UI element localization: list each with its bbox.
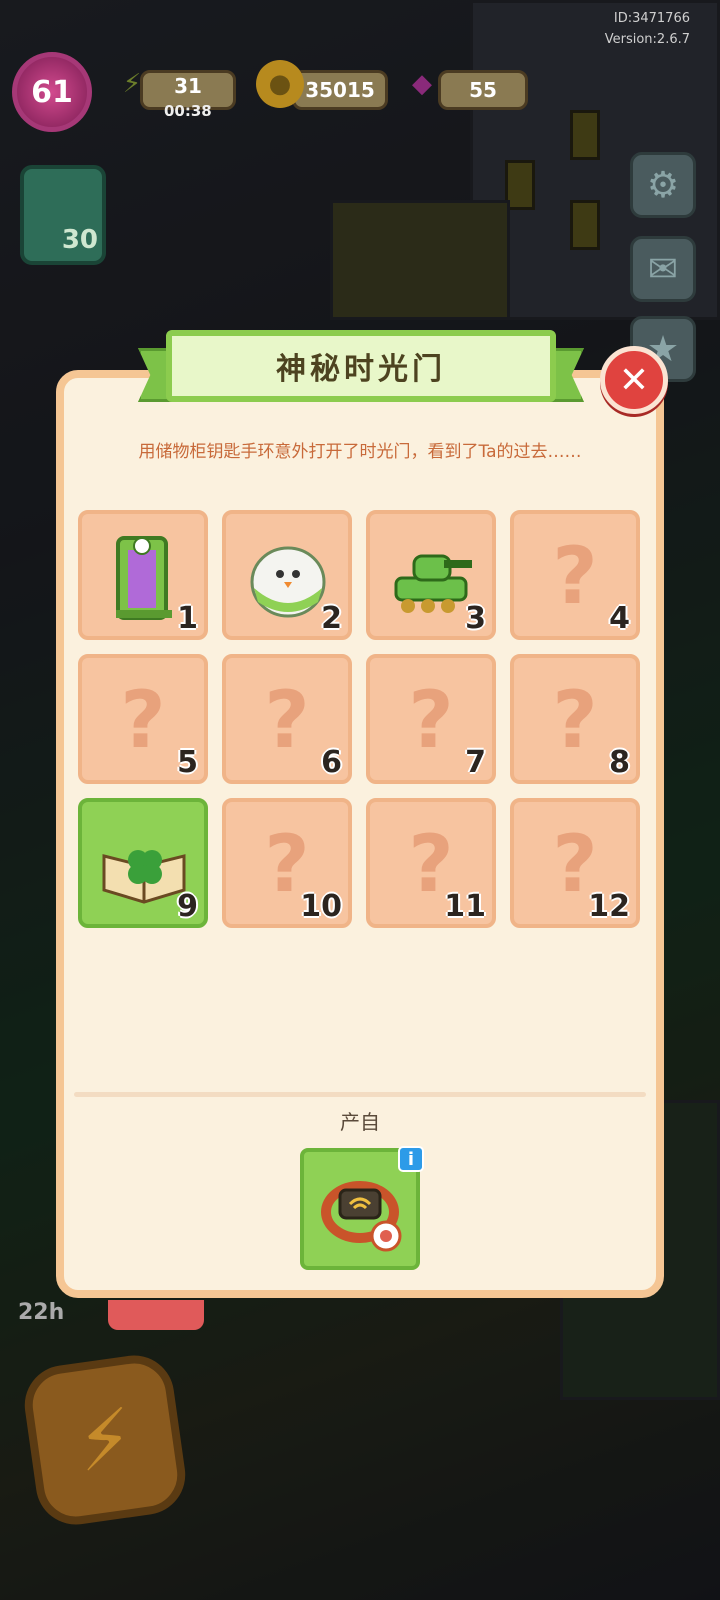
slot-number: 10 (300, 889, 342, 924)
collection-slot[interactable]: 9 (78, 798, 208, 928)
collection-slot[interactable]: 2 (222, 510, 352, 640)
panel-title: 神秘时光门 (166, 330, 556, 402)
player-id: ID:3471766 Version:2.6.7 (605, 8, 690, 50)
close-icon: ✕ (618, 359, 650, 401)
slot-number: 11 (444, 889, 486, 924)
collection-slot[interactable]: ? 6 (222, 654, 352, 784)
collection-slot[interactable]: 1 (78, 510, 208, 640)
level-value: 61 (31, 74, 73, 110)
slot-number: 1 (177, 601, 198, 636)
source-label: 产自 (340, 1110, 380, 1134)
collection-slot[interactable]: ? 10 (222, 798, 352, 928)
slot-number: 7 (465, 745, 486, 780)
collection-slot[interactable]: ? 7 (366, 654, 496, 784)
settings-gear-icon[interactable]: ⚙ (630, 152, 696, 218)
slot-number: 5 (177, 745, 198, 780)
slot-number: 3 (465, 601, 486, 636)
coin-value: 35015 (305, 78, 375, 102)
mail-icon[interactable]: ✉ (630, 236, 696, 302)
slot-number: 4 (609, 601, 630, 636)
panel-description: 用储物柜钥匙手环意外打开了时光门，看到了Ta的过去…… (138, 442, 582, 462)
slot-number: 9 (177, 889, 198, 924)
collection-slot[interactable]: ? 5 (78, 654, 208, 784)
collection-slot[interactable]: ? 4 (510, 510, 640, 640)
close-button[interactable]: ✕ (600, 346, 668, 414)
energy-timer: 00:38 (164, 102, 212, 120)
slot-number: 8 (609, 745, 630, 780)
gem-counter[interactable]: 55 (438, 70, 528, 110)
info-icon[interactable]: i (398, 1146, 424, 1172)
key-bracelet-icon (321, 1181, 402, 1252)
slot-number: 6 (321, 745, 342, 780)
boost-timer: 22h (18, 1300, 65, 1325)
title-ribbon: 神秘时光门 (138, 330, 584, 416)
gem-value: 55 (469, 78, 497, 102)
version-text: Version:2.6.7 (604, 32, 690, 47)
collection-slot[interactable]: ? 11 (366, 798, 496, 928)
energy-value: 31 (174, 74, 202, 98)
clover-card-count: 30 (61, 225, 98, 255)
player-id-text: ID:3471766 (613, 11, 690, 26)
coin-icon: ● (256, 60, 304, 108)
collection-slot[interactable]: 3 (366, 510, 496, 640)
slot-number: 12 (588, 889, 630, 924)
clover-card[interactable]: 30 (20, 165, 106, 265)
divider (74, 1092, 646, 1097)
bookmark-tab (108, 1300, 204, 1330)
coin-counter[interactable]: 35015 (292, 70, 388, 110)
boost-lightning-icon[interactable]: ⚡ (19, 1350, 191, 1530)
level-badge[interactable]: 61 (12, 52, 92, 132)
collection-slot[interactable]: ? 12 (510, 798, 640, 928)
collection-grid: 1 2 3? 4? 5? 6? 7? 8 9? 10? 11? 12 (78, 510, 642, 928)
lightning-icon: ⚡ (122, 69, 142, 99)
slot-number: 2 (321, 601, 342, 636)
gem-icon: ◆ (412, 69, 432, 99)
collection-slot[interactable]: ? 8 (510, 654, 640, 784)
